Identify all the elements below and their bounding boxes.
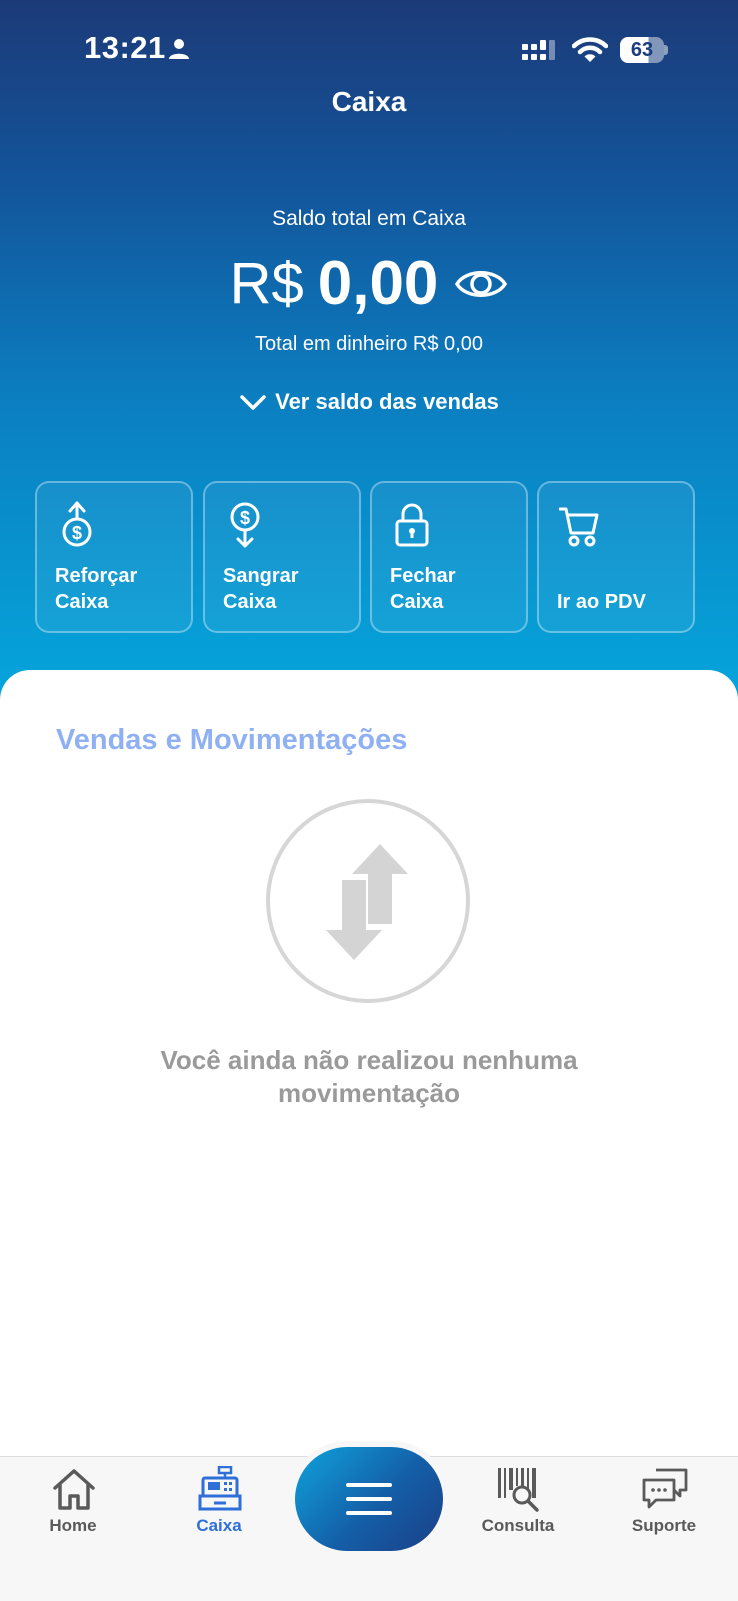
page-title: Caixa (331, 86, 407, 117)
svg-text:$: $ (72, 523, 82, 543)
barcode-search-icon (498, 1468, 539, 1512)
wifi-icon (572, 37, 608, 62)
cash-register-icon (198, 1466, 242, 1511)
chat-icon (642, 1468, 688, 1509)
withdraw-cash-button[interactable]: $ Sangrar Caixa (203, 481, 361, 633)
reinforce-cash-button[interactable]: $ Reforçar Caixa (35, 481, 193, 633)
nav-suporte[interactable]: Suporte (604, 1456, 724, 1556)
dollar-down-icon: $ (230, 502, 260, 548)
nav-suporte-label: Suporte (631, 1516, 697, 1535)
cart-icon (559, 507, 599, 547)
nav-caixa[interactable]: Caixa (159, 1456, 279, 1556)
battery-tip (664, 45, 668, 55)
main-menu-button[interactable] (295, 1447, 443, 1551)
balance-amount: 0,00 (317, 249, 439, 318)
withdraw-cash-label: Sangrar Caixa (223, 565, 299, 613)
reinforce-cash-label: Reforçar Caixa (55, 565, 138, 613)
close-cash-label: Fechar Caixa (390, 565, 456, 613)
close-cash-button[interactable]: Fechar Caixa (370, 481, 528, 633)
home-icon (53, 1469, 95, 1510)
person-icon (169, 39, 189, 59)
eye-icon[interactable] (454, 266, 508, 302)
nav-caixa-label: Caixa (196, 1516, 242, 1535)
nav-home-label: Home (49, 1516, 97, 1535)
lock-icon (395, 503, 429, 547)
svg-text:$: $ (240, 508, 250, 528)
balance-row: R$ 0,00 (0, 248, 738, 319)
transfer-arrows-icon (326, 844, 408, 960)
chevron-down-icon (240, 395, 266, 410)
cash-total: Total em dinheiro R$ 0,00 (255, 333, 483, 355)
toggle-sales-balance-label: Ver saldo das vendas (275, 389, 499, 414)
empty-state-message: Você ainda não realizou nenhuma moviment… (160, 1045, 578, 1108)
go-to-pdv-button[interactable]: Ir ao PDV (537, 481, 695, 633)
status-time: 13:21 (84, 30, 166, 65)
battery-level: 63 (620, 37, 664, 63)
section-title: Vendas e Movimentações (56, 724, 408, 756)
nav-consulta[interactable]: Consulta (458, 1456, 578, 1556)
battery-indicator: 63 (620, 37, 668, 63)
toggle-sales-balance[interactable]: Ver saldo das vendas (0, 389, 738, 415)
balance-label: Saldo total em Caixa (272, 207, 466, 230)
go-to-pdv-label: Ir ao PDV (557, 591, 646, 613)
cellular-signal-icon (522, 40, 555, 60)
nav-home[interactable]: Home (13, 1456, 133, 1556)
nav-consulta-label: Consulta (481, 1516, 555, 1535)
balance-currency: R$ (229, 251, 304, 316)
dollar-up-icon: $ (62, 501, 92, 547)
menu-icon (346, 1483, 392, 1515)
